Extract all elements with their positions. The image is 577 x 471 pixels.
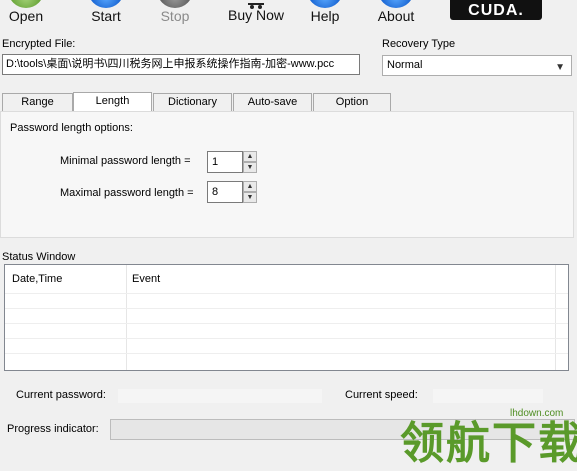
- stop-icon: [157, 0, 193, 8]
- column-divider: [126, 265, 127, 370]
- decrement-icon[interactable]: ▼: [243, 192, 257, 203]
- about-label: About: [377, 8, 415, 24]
- encrypted-file-input[interactable]: D:\tools\桌面\说明书\四川税务网上申报系统操作指南-加密-www.pc…: [2, 54, 360, 75]
- row-divider: [5, 353, 568, 354]
- max-length-stepper[interactable]: 8 ▲ ▼: [207, 181, 257, 203]
- tab-range[interactable]: Range: [2, 93, 73, 111]
- tab-option-label: Option: [335, 96, 369, 108]
- column-header-event[interactable]: Event: [132, 273, 160, 285]
- tab-auto-save-label: Auto-save: [247, 96, 298, 108]
- cuda-badge: CUDA.: [450, 0, 542, 20]
- start-icon: [88, 0, 124, 8]
- stop-button[interactable]: Stop: [152, 0, 198, 30]
- current-speed-label: Current speed:: [345, 389, 418, 401]
- tab-range-label: Range: [21, 96, 54, 108]
- start-button[interactable]: Start: [82, 0, 130, 30]
- max-length-spin-buttons: ▲ ▼: [243, 181, 257, 203]
- open-icon: [8, 0, 44, 8]
- tab-auto-save[interactable]: Auto-save: [233, 93, 312, 111]
- chevron-down-icon: ▼: [555, 62, 565, 73]
- open-label: Open: [8, 8, 44, 24]
- help-label: Help: [310, 8, 340, 24]
- recovery-type-select[interactable]: Normal ▼: [382, 55, 572, 76]
- tab-option[interactable]: Option: [313, 93, 391, 111]
- row-divider: [5, 308, 568, 309]
- current-speed-value: [433, 389, 543, 403]
- recovery-type-label: Recovery Type: [382, 38, 456, 50]
- increment-icon[interactable]: ▲: [243, 151, 257, 162]
- status-window-list[interactable]: Date,Time Event: [4, 264, 569, 371]
- max-length-label: Maximal password length =: [60, 187, 194, 199]
- status-window-title: Status Window: [2, 251, 76, 263]
- tab-dictionary-label: Dictionary: [168, 96, 217, 108]
- column-divider: [555, 265, 556, 370]
- row-divider: [5, 293, 568, 294]
- recovery-type-value: Normal: [387, 59, 423, 71]
- about-button[interactable]: About: [372, 0, 420, 30]
- max-length-input[interactable]: 8: [207, 181, 243, 203]
- column-header-date-time[interactable]: Date,Time: [12, 273, 62, 285]
- start-label: Start: [91, 8, 121, 24]
- about-icon: [378, 0, 414, 8]
- encrypted-file-label: Encrypted File:: [2, 38, 76, 50]
- tab-dictionary[interactable]: Dictionary: [153, 93, 232, 111]
- decrement-icon[interactable]: ▼: [243, 162, 257, 173]
- min-length-input[interactable]: 1: [207, 151, 243, 173]
- increment-icon[interactable]: ▲: [243, 181, 257, 192]
- buy-now-label: Buy Now: [227, 7, 285, 23]
- help-icon: [307, 0, 343, 8]
- current-password-value: [118, 389, 322, 403]
- min-length-stepper[interactable]: 1 ▲ ▼: [207, 151, 257, 173]
- current-password-label: Current password:: [16, 389, 106, 401]
- open-button[interactable]: Open: [0, 0, 52, 30]
- password-length-group-title: Password length options:: [10, 122, 133, 134]
- watermark-url: lhdown.com: [510, 408, 564, 419]
- progress-indicator-label: Progress indicator:: [7, 423, 99, 435]
- toolbar: Open Start Stop Buy Now Help About CUDA.: [0, 0, 577, 30]
- help-button[interactable]: Help: [302, 0, 348, 30]
- row-divider: [5, 323, 568, 324]
- min-length-label: Minimal password length =: [60, 155, 191, 167]
- cart-icon: [248, 0, 264, 9]
- tab-length[interactable]: Length: [73, 92, 152, 112]
- buy-now-button[interactable]: Buy Now: [224, 0, 288, 30]
- stop-label: Stop: [160, 8, 190, 24]
- row-divider: [5, 338, 568, 339]
- watermark-logo: 领航下载 lhdown.com: [394, 405, 577, 468]
- tab-length-label: Length: [95, 95, 130, 107]
- min-length-spin-buttons: ▲ ▼: [243, 151, 257, 173]
